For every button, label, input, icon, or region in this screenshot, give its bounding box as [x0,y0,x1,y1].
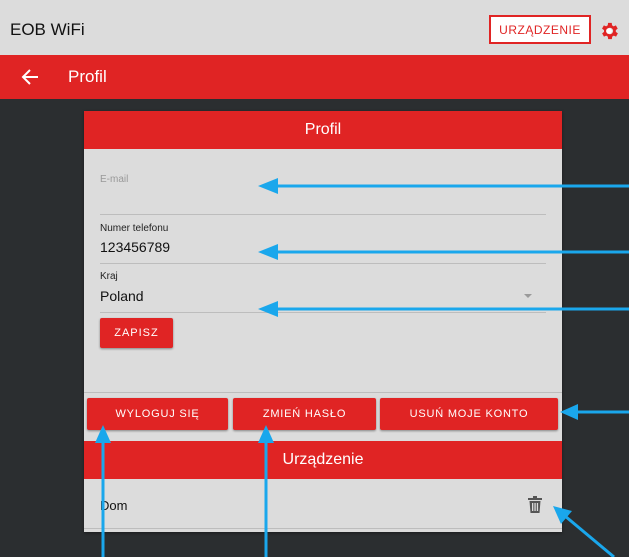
device-button[interactable]: URZĄDZENIE [489,15,591,44]
account-actions: WYLOGUJ SIĘ ZMIEŃ HASŁO USUŃ MOJE KONTO [84,392,562,432]
save-button[interactable]: ZAPISZ [100,318,173,348]
device-list-item[interactable]: Dom [84,479,562,529]
country-label: Kraj [100,271,118,282]
gear-icon[interactable] [598,20,620,42]
chevron-down-icon[interactable] [524,294,532,298]
trash-icon[interactable] [528,496,542,513]
page-title: Profil [68,67,107,86]
phone-value: 123456789 [100,239,171,255]
phone-label: Numer telefonu [100,223,169,234]
back-arrow-icon[interactable] [20,65,40,89]
app-title: EOB WiFi [10,20,85,39]
email-field[interactable]: E-mail [100,171,546,215]
logout-button[interactable]: WYLOGUJ SIĘ [87,398,228,430]
app-header: EOB WiFi URZĄDZENIE [0,0,629,55]
change-password-button[interactable]: ZMIEŃ HASŁO [233,398,376,430]
country-select[interactable]: Kraj Poland [100,271,546,313]
delete-account-button[interactable]: USUŃ MOJE KONTO [380,398,558,430]
profile-card: Profil E-mail Numer telefonu 123456789 K… [84,111,562,532]
country-value: Poland [100,288,144,304]
phone-field[interactable]: Numer telefonu 123456789 [100,223,546,264]
email-label: E-mail [100,174,129,185]
devices-card-header: Urządzenie [84,441,562,479]
profile-card-header: Profil [84,111,562,149]
device-name: Dom [100,498,128,513]
page-toolbar: Profil [0,55,629,99]
